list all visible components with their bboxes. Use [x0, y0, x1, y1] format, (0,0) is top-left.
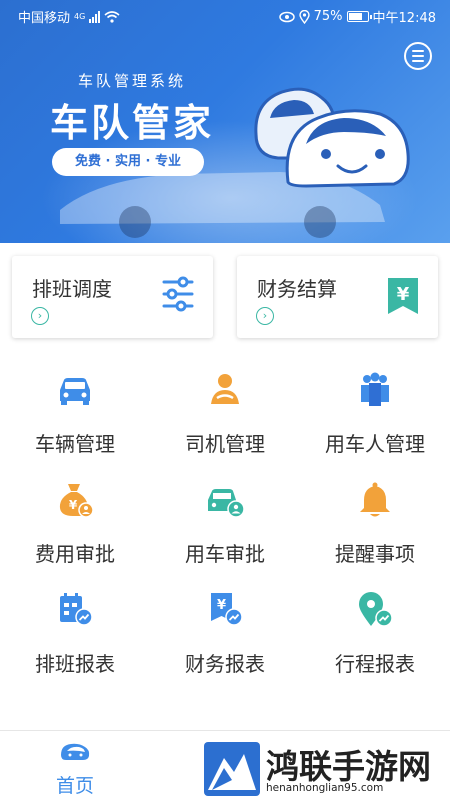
car-approve-icon: [208, 489, 245, 518]
eye-icon: [278, 11, 295, 22]
banner-title: 车队管家: [50, 101, 215, 145]
chevron-right-icon: ›: [31, 307, 49, 325]
menu-label: 行程报表: [335, 652, 415, 676]
banner: 中国移动 4G 75% 中午12:48 车队管理系统 车队管家 免费 · 实用 …: [0, 0, 450, 243]
banner-tagline: 免费 · 实用 · 专业: [52, 148, 204, 176]
mascot-car-icon: [254, 87, 410, 188]
svg-text:¥: ¥: [397, 284, 410, 305]
wifi-icon: [104, 10, 120, 23]
menu-vehicle-management[interactable]: 车辆管理: [0, 370, 150, 457]
schedule-report-icon: [60, 593, 93, 626]
menu-label: 车辆管理: [35, 432, 115, 456]
menu-vehicle-request-approval[interactable]: 用车审批: [150, 480, 300, 567]
sliders-icon: [162, 276, 194, 312]
svg-text:¥: ¥: [69, 498, 78, 512]
menu-label: 用车人管理: [325, 432, 425, 456]
tab-home[interactable]: 首页: [45, 741, 105, 798]
menu-finance-report[interactable]: ¥ 财务报表: [150, 590, 300, 677]
driver-icon: [211, 374, 239, 404]
clock: 中午12:48: [372, 11, 436, 26]
menu-label: 财务报表: [185, 652, 265, 676]
menu-label: 提醒事项: [335, 542, 415, 566]
yen-ribbon-icon: ¥: [388, 278, 418, 314]
menu-driver-management[interactable]: 司机管理: [150, 370, 300, 457]
bell-icon: [360, 482, 390, 517]
chevron-right-icon: ›: [256, 307, 274, 325]
battery-icon: [346, 11, 372, 22]
menu-trip-report[interactable]: 行程报表: [300, 590, 450, 677]
menu-schedule-report[interactable]: 排班报表: [0, 590, 150, 677]
watermark-title: 鸿联手游网: [266, 747, 431, 786]
watermark-url: henanhonglian95.com: [266, 782, 384, 794]
signal-icon: [89, 10, 101, 23]
car-icon: [60, 378, 90, 405]
money-bag-icon: ¥: [59, 484, 94, 518]
battery-percent: 75%: [313, 9, 343, 24]
card-finance-settlement[interactable]: 财务结算 › ¥: [237, 256, 438, 338]
watermark-logo: [204, 742, 260, 796]
home-car-icon: [61, 743, 90, 760]
status-bar: 中国移动 4G 75% 中午12:48: [0, 0, 450, 32]
card-scheduling-label: 排班调度: [32, 277, 112, 301]
menu-label: 用车审批: [185, 542, 265, 566]
location-icon: [298, 9, 310, 24]
finance-report-icon: ¥: [211, 593, 243, 626]
menu-expense-approval[interactable]: ¥ 费用审批: [0, 480, 150, 567]
menu-label: 司机管理: [185, 432, 265, 456]
network-type: 4G: [74, 12, 86, 21]
menu-label: 费用审批: [35, 542, 115, 566]
watermark: 鸿联手游网 henanhonglian95.com: [204, 742, 450, 800]
card-finance-label: 财务结算: [257, 277, 337, 301]
banner-subtitle: 车队管理系统: [78, 72, 187, 90]
svg-text:¥: ¥: [217, 598, 226, 613]
menu-label: 排班报表: [35, 652, 115, 676]
carrier-name: 中国移动: [18, 11, 71, 26]
people-icon: [361, 372, 389, 406]
tab-home-label: 首页: [55, 775, 94, 797]
card-scheduling[interactable]: 排班调度 ›: [12, 256, 213, 338]
trip-report-icon: [359, 592, 393, 627]
menu-reminders[interactable]: 提醒事项: [300, 480, 450, 567]
message-icon[interactable]: [404, 42, 432, 70]
menu-rider-management[interactable]: 用车人管理: [300, 370, 450, 457]
